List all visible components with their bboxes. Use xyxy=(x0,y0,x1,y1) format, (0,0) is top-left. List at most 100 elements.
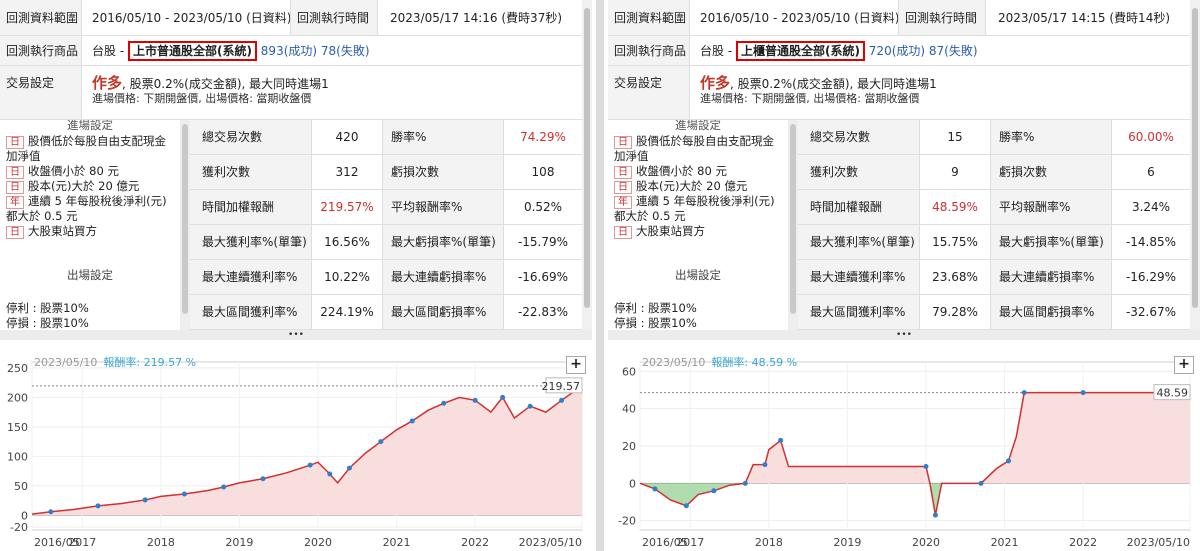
exec-time-value: 2023/05/17 14:15 (費時14秒) xyxy=(998,11,1171,25)
trade-point xyxy=(378,439,384,445)
stat-value: 219.57% xyxy=(320,200,374,214)
x-tick-label: 2022 xyxy=(461,536,489,549)
info-scrollbar[interactable] xyxy=(582,0,592,330)
stat-value: 48.59% xyxy=(932,200,978,214)
stats-scrollbar[interactable] xyxy=(180,120,190,330)
trade-row: 交易設定 作多, 股票0.2%(成交金額), 最大同時進場1 進場價格: 下期開… xyxy=(0,66,582,120)
fail-count[interactable]: 78(失敗) xyxy=(321,44,370,58)
stat-label: 虧損次數 xyxy=(990,155,1112,189)
condition-item: 日大股東站買方 xyxy=(608,224,788,239)
scrollbar-thumb[interactable] xyxy=(182,124,188,314)
info-area: 回測資料範圍 2016/05/10 - 2023/05/10 (日資料) 回測執… xyxy=(608,0,1190,330)
trade-point xyxy=(652,486,658,492)
x-tick-label: 2017 xyxy=(68,536,96,549)
table-row: 總交易次數 420 勝率% 74.29% xyxy=(190,120,582,155)
success-count[interactable]: 893(成功) xyxy=(261,44,317,58)
trade-point xyxy=(559,397,565,403)
stat-value: 23.68% xyxy=(932,270,978,284)
stat-value: 6 xyxy=(1147,165,1155,179)
stat-value: -22.83% xyxy=(517,305,569,319)
condition-text: 收盤價小於 80 元 xyxy=(636,164,727,178)
trade-point xyxy=(1021,390,1027,396)
scrollbar-thumb[interactable] xyxy=(790,124,796,314)
stat-label: 虧損次數 xyxy=(382,155,504,189)
stat-value: 0.52% xyxy=(523,200,563,214)
fail-count[interactable]: 87(失敗) xyxy=(929,44,978,58)
trade-point xyxy=(762,462,768,468)
equity-area xyxy=(640,392,1190,484)
exit-loss: 停損 : 股票10% xyxy=(6,316,89,330)
entry-settings-head: 進場設定 xyxy=(67,120,113,132)
product-name: 上櫃普通股全部(系統) xyxy=(735,41,865,61)
backtest-panel-listed: 回測資料範圍 2016/05/10 - 2023/05/10 (日資料) 回測執… xyxy=(0,0,592,551)
exit-settings-head: 出場設定 xyxy=(675,268,721,282)
stat-label: 總交易次數 xyxy=(190,120,312,154)
condition-tag: 日 xyxy=(614,136,632,149)
equity-chart-listed: -20 0 50 100 150 200 250 2016/05 2017 2018 2019 202… xyxy=(0,340,592,551)
stat-value: 60.00% xyxy=(1128,130,1174,144)
table-row: 最大獲利率%(單筆) 15.75% 最大虧損率%(單筆) -14.85% xyxy=(798,225,1190,260)
product-name: 上市普通股全部(系統) xyxy=(127,41,257,61)
stat-label: 最大連續虧損率% xyxy=(990,260,1112,294)
splitter-handle[interactable]: ••• xyxy=(0,330,592,340)
y-tick-label: -20 xyxy=(10,521,28,534)
y-tick-label: 150 xyxy=(7,421,28,434)
condition-item: 日股價低於每股自由支配現金加淨值 xyxy=(0,134,180,164)
product-value: 台股 - 上櫃普通股全部(系統) 720(成功) 87(失敗) xyxy=(700,36,978,66)
y-tick-label: 250 xyxy=(7,362,28,375)
x-tick-label: 2019 xyxy=(833,536,861,549)
stat-value: 224.19% xyxy=(320,305,374,319)
condition-tag: 年 xyxy=(6,196,24,209)
exec-time-label: 回測執行時間 xyxy=(898,0,986,35)
condition-item: 日收盤價小於 80 元 xyxy=(0,164,180,179)
range-row: 回測資料範圍 2016/05/10 - 2023/05/10 (日資料) 回測執… xyxy=(608,0,1190,36)
x-tick-label: 2022 xyxy=(1069,536,1097,549)
y-tick-label: 0 xyxy=(629,477,636,490)
product-label: 回測執行商品 xyxy=(608,36,690,65)
stats-scrollbar[interactable] xyxy=(788,120,798,330)
trade-point xyxy=(48,509,54,515)
y-tick-label: -20 xyxy=(618,515,636,528)
stat-value: -16.29% xyxy=(1125,270,1177,284)
trade-point xyxy=(742,480,748,486)
stat-label: 最大連續虧損率% xyxy=(382,260,504,294)
trade-point xyxy=(1080,390,1086,396)
table-row: 最大連續獲利率% 23.68% 最大連續虧損率% -16.29% xyxy=(798,260,1190,295)
range-value: 2016/05/10 - 2023/05/10 (日資料) xyxy=(700,11,900,25)
market-text: 台股 - xyxy=(92,44,125,58)
success-count[interactable]: 720(成功) xyxy=(869,44,925,58)
trade-row: 交易設定 作多, 股票0.2%(成交金額), 最大同時進場1 進場價格: 下期開… xyxy=(608,66,1190,120)
stat-label: 平均報酬率% xyxy=(382,190,504,224)
stat-value: 79.28% xyxy=(932,305,978,319)
x-tick-label: 2019 xyxy=(225,536,253,549)
table-row: 時間加權報酬 219.57% 平均報酬率% 0.52% xyxy=(190,190,582,225)
stat-label: 勝率% xyxy=(382,120,504,154)
exit-loss: 停損 : 股票10% xyxy=(614,316,697,330)
trade-line2: 進場價格: 下期開盤價, 出場價格: 當期收盤價 xyxy=(92,92,312,105)
exit-settings-head: 出場設定 xyxy=(67,268,113,282)
condition-tag: 日 xyxy=(6,181,24,194)
stat-label: 最大區間虧損率% xyxy=(990,295,1112,329)
stat-label: 獲利次數 xyxy=(798,155,920,189)
scrollbar-thumb[interactable] xyxy=(584,8,590,308)
y-tick-label: 100 xyxy=(7,450,28,463)
chart-svg: -200501001502002502016/052017 2018 2019 202… xyxy=(7,361,583,549)
stat-value: 420 xyxy=(335,130,359,144)
zoom-plus-button[interactable]: + xyxy=(566,356,586,374)
trade-point xyxy=(778,437,784,443)
condition-item: 年連續 5 年每股稅後淨利(元)都大於 0.5 元 xyxy=(608,194,788,224)
stat-value: -32.67% xyxy=(1125,305,1177,319)
trade-point xyxy=(472,397,478,403)
info-scrollbar[interactable] xyxy=(1190,0,1200,330)
stat-label: 最大區間獲利率% xyxy=(190,295,312,329)
condition-tag: 日 xyxy=(614,166,632,179)
splitter-handle[interactable]: ••• xyxy=(608,330,1200,340)
x-tick-label: 2018 xyxy=(147,536,175,549)
table-row: 時間加權報酬 48.59% 平均報酬率% 3.24% xyxy=(798,190,1190,225)
zoom-plus-button[interactable]: + xyxy=(1174,356,1194,374)
table-row: 獲利次數 9 虧損次數 6 xyxy=(798,155,1190,190)
scrollbar-thumb[interactable] xyxy=(1192,8,1198,308)
stat-value: 15.75% xyxy=(932,235,978,249)
panel-divider xyxy=(596,0,604,551)
y-tick-label: 200 xyxy=(7,391,28,404)
